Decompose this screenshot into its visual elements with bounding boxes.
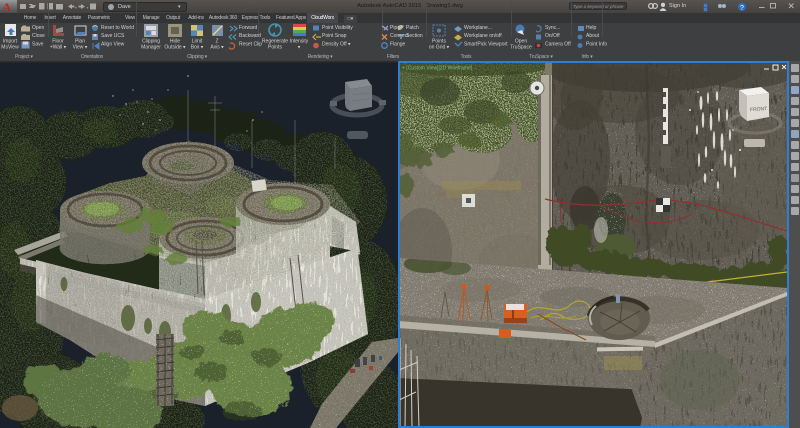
svg-text:Reset Clip: Reset Clip bbox=[239, 42, 262, 48]
svg-text:Open: Open bbox=[32, 25, 44, 31]
svg-text:Workplane on/off: Workplane on/off bbox=[464, 33, 502, 39]
svg-text:Outside ▾: Outside ▾ bbox=[164, 45, 186, 51]
svg-text:About: About bbox=[586, 33, 600, 39]
svg-text:Save: Save bbox=[32, 42, 44, 48]
svg-text:TruSpace: TruSpace bbox=[510, 45, 532, 51]
svg-text:Axis ▾: Axis ▾ bbox=[210, 45, 224, 51]
svg-text:▾: ▾ bbox=[87, 5, 89, 10]
svg-text:Save UCS: Save UCS bbox=[101, 33, 125, 39]
svg-text:+Wall ▾: +Wall ▾ bbox=[50, 45, 67, 51]
svg-text:Section: Section bbox=[406, 33, 423, 39]
svg-text:Manager: Manager bbox=[141, 45, 161, 51]
svg-text:SmartPick Viewport: SmartPick Viewport bbox=[464, 42, 508, 48]
svg-text:Point Visibility: Point Visibility bbox=[322, 25, 353, 31]
svg-text:Camera Off: Camera Off bbox=[545, 42, 571, 48]
svg-text:Patch: Patch bbox=[406, 25, 419, 31]
svg-text:View ▾: View ▾ bbox=[73, 45, 88, 51]
svg-text:Box ▾: Box ▾ bbox=[191, 45, 204, 51]
svg-text:FRONT: FRONT bbox=[750, 106, 768, 113]
svg-text:▾: ▾ bbox=[75, 5, 77, 10]
svg-text:Workplane...: Workplane... bbox=[464, 25, 492, 31]
svg-text:+ [Custom View][2D Wireframe]: + [Custom View][2D Wireframe] bbox=[402, 66, 473, 72]
svg-text:?: ? bbox=[740, 5, 744, 12]
svg-text:Forward: Forward bbox=[239, 25, 258, 31]
svg-text:Align View: Align View bbox=[101, 42, 125, 48]
svg-text:On/Off: On/Off bbox=[545, 33, 560, 39]
svg-text:Points: Points bbox=[268, 45, 282, 51]
svg-text:Help: Help bbox=[586, 25, 597, 31]
svg-text:▾: ▾ bbox=[298, 45, 301, 51]
svg-text:Density Off ▾: Density Off ▾ bbox=[322, 42, 351, 48]
svg-text:Sync...: Sync... bbox=[545, 25, 560, 31]
svg-text:Point Snap: Point Snap bbox=[322, 33, 347, 39]
svg-text:on Grid ▾: on Grid ▾ bbox=[429, 45, 450, 51]
svg-text:Reset to World: Reset to World bbox=[101, 25, 134, 31]
svg-text:Flange: Flange bbox=[390, 42, 406, 48]
svg-text:A: A bbox=[3, 0, 12, 13]
svg-text:Close: Close bbox=[32, 33, 45, 39]
svg-text:Point Info: Point Info bbox=[586, 42, 607, 48]
svg-text:MsView: MsView bbox=[1, 45, 19, 51]
svg-text:Backward: Backward bbox=[239, 33, 261, 39]
